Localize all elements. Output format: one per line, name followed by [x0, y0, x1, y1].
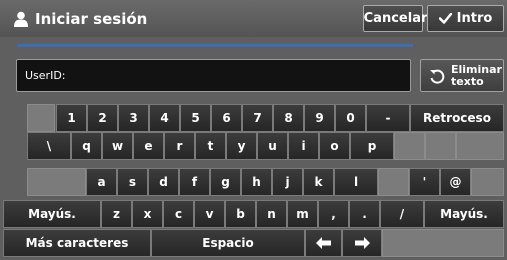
key-u[interactable]: u — [257, 132, 288, 160]
blank-key — [382, 229, 504, 257]
key-c[interactable]: c — [163, 200, 194, 228]
userid-label: UserID: — [25, 69, 66, 82]
keyboard-row-4: Mayús. z x c v b n m , . / Mayús. — [0, 200, 507, 228]
blank-key — [27, 104, 55, 132]
page-title: Iniciar sesión — [35, 10, 148, 28]
blank-key — [378, 168, 409, 196]
key-4[interactable]: 4 — [149, 104, 180, 132]
key-2[interactable]: 2 — [87, 104, 118, 132]
undo-icon — [430, 69, 445, 84]
key-8[interactable]: 8 — [273, 104, 304, 132]
key-v[interactable]: v — [194, 200, 225, 228]
more-characters-key[interactable]: Más caracteres — [3, 229, 151, 257]
arrow-right-icon — [354, 237, 370, 249]
key-comma[interactable]: , — [318, 200, 349, 228]
blank-key — [456, 132, 504, 160]
key-i[interactable]: i — [288, 132, 319, 160]
blank-key — [471, 168, 504, 196]
page-title-group: Iniciar sesión — [14, 9, 147, 29]
key-slash[interactable]: / — [380, 200, 424, 228]
key-l[interactable]: l — [334, 168, 378, 196]
key-5[interactable]: 5 — [180, 104, 211, 132]
key-o[interactable]: o — [319, 132, 350, 160]
arrow-left-key[interactable] — [305, 229, 342, 257]
key-j[interactable]: j — [272, 168, 303, 196]
keyboard-row-1: 1 2 3 4 5 6 7 8 9 0 - Retroceso — [0, 104, 507, 132]
key-r[interactable]: r — [164, 132, 195, 160]
enter-button[interactable]: Intro — [427, 5, 504, 32]
blank-key — [425, 132, 456, 160]
title-bar: Iniciar sesión Cancelar Intro — [0, 0, 507, 37]
key-b[interactable]: b — [225, 200, 256, 228]
key-period[interactable]: . — [349, 200, 380, 228]
key-apostrophe[interactable]: ' — [409, 168, 440, 196]
key-dash[interactable]: - — [366, 104, 410, 132]
key-w[interactable]: w — [102, 132, 133, 160]
arrow-right-key[interactable] — [342, 229, 382, 257]
key-s[interactable]: s — [117, 168, 148, 196]
shift-left-key[interactable]: Mayús. — [3, 200, 101, 228]
checkmark-icon — [438, 13, 452, 24]
key-q[interactable]: q — [71, 132, 102, 160]
key-x[interactable]: x — [132, 200, 163, 228]
erase-text-label: Eliminar texto — [451, 62, 502, 88]
key-3[interactable]: 3 — [118, 104, 149, 132]
key-f[interactable]: f — [179, 168, 210, 196]
key-p[interactable]: p — [350, 132, 394, 160]
backspace-key[interactable]: Retroceso — [410, 104, 504, 132]
cancel-button-label: Cancelar — [363, 11, 428, 26]
space-key[interactable]: Espacio — [151, 229, 305, 257]
user-icon — [14, 11, 28, 27]
key-7[interactable]: 7 — [242, 104, 273, 132]
key-k[interactable]: k — [303, 168, 334, 196]
userid-input[interactable]: UserID: — [16, 59, 411, 92]
key-m[interactable]: m — [287, 200, 318, 228]
erase-text-button[interactable]: Eliminar texto — [420, 59, 504, 92]
keyboard-row-3: a s d f g h j k l ' @ — [0, 168, 507, 196]
key-d[interactable]: d — [148, 168, 179, 196]
keyboard-row-5: Más caracteres Espacio — [0, 229, 507, 257]
key-9[interactable]: 9 — [304, 104, 335, 132]
key-0[interactable]: 0 — [335, 104, 366, 132]
enter-button-label: Intro — [456, 11, 493, 26]
arrow-left-icon — [316, 237, 331, 249]
key-a[interactable]: a — [86, 168, 117, 196]
key-at[interactable]: @ — [440, 168, 471, 196]
cancel-button[interactable]: Cancelar — [363, 5, 427, 32]
key-z[interactable]: z — [101, 200, 132, 228]
key-e[interactable]: e — [133, 132, 164, 160]
key-y[interactable]: y — [226, 132, 257, 160]
blank-key — [394, 132, 425, 160]
key-t[interactable]: t — [195, 132, 226, 160]
key-6[interactable]: 6 — [211, 104, 242, 132]
blank-key — [27, 168, 86, 196]
key-n[interactable]: n — [256, 200, 287, 228]
key-h[interactable]: h — [241, 168, 272, 196]
key-g[interactable]: g — [210, 168, 241, 196]
accent-line — [17, 44, 413, 47]
shift-right-key[interactable]: Mayús. — [424, 200, 504, 228]
key-1[interactable]: 1 — [56, 104, 87, 132]
key-backslash[interactable]: \ — [27, 132, 71, 160]
keyboard-row-2: \ q w e r t y u i o p — [0, 132, 507, 160]
